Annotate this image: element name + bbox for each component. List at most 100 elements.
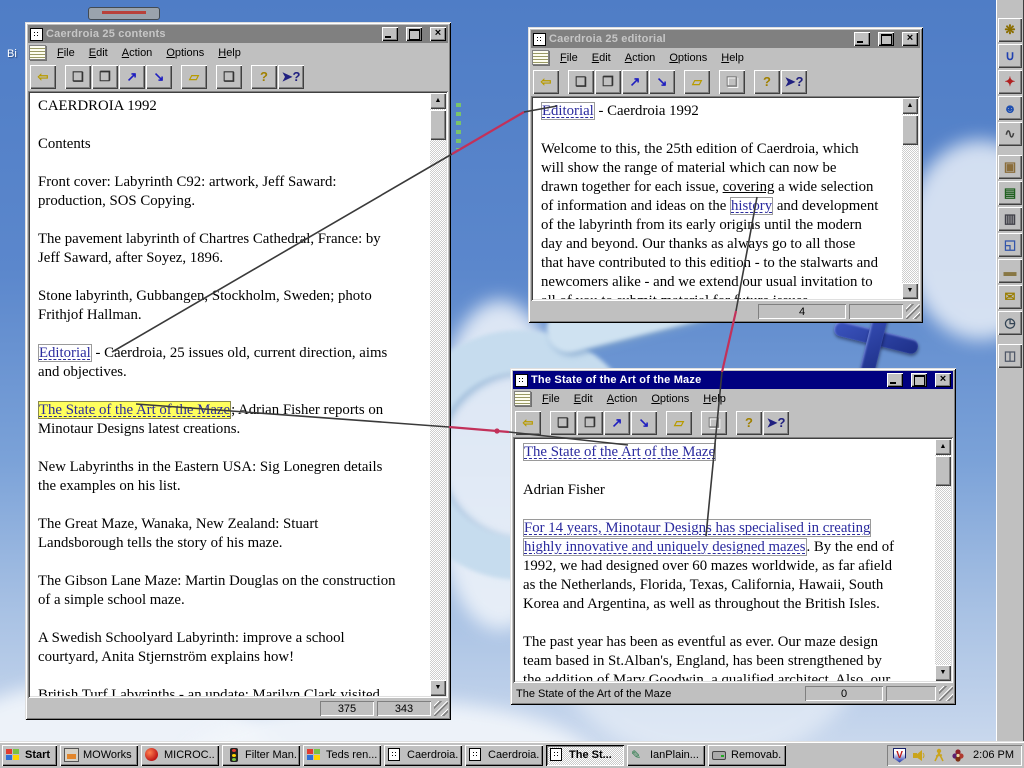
- link-out-button[interactable]: ↗: [604, 410, 630, 435]
- desktop-icon-label[interactable]: Bi: [7, 48, 17, 60]
- maximize-button[interactable]: [406, 27, 422, 41]
- menu-options[interactable]: Options: [644, 391, 696, 407]
- menu-edit[interactable]: Edit: [567, 391, 600, 407]
- hyperlink[interactable]: Editorial: [38, 344, 92, 362]
- start-button[interactable]: Start: [2, 744, 57, 766]
- scroll-up-button[interactable]: ▲: [935, 439, 951, 455]
- clamp-icon[interactable]: ∪: [998, 44, 1022, 68]
- page-icon[interactable]: [29, 45, 46, 60]
- back-button[interactable]: ⇦: [515, 410, 541, 435]
- menu-options[interactable]: Options: [159, 45, 211, 61]
- briefcase-icon[interactable]: ▣: [998, 155, 1022, 179]
- scrollbar-thumb[interactable]: [430, 110, 446, 140]
- page-icon[interactable]: [514, 391, 531, 406]
- help-button[interactable]: ?: [736, 410, 762, 435]
- open-folder-button[interactable]: ▱: [684, 69, 710, 94]
- partial-desktop-icon[interactable]: [88, 7, 160, 20]
- menu-help[interactable]: Help: [211, 45, 248, 61]
- vertical-scrollbar[interactable]: ▲ ▼: [902, 98, 918, 299]
- close-button[interactable]: ×: [430, 27, 446, 41]
- volume-icon[interactable]: [912, 748, 926, 762]
- maximize-button[interactable]: [878, 32, 894, 46]
- close-button[interactable]: ×: [935, 373, 951, 387]
- context-help-button[interactable]: ➤?: [781, 69, 807, 94]
- back-button[interactable]: ⇦: [533, 69, 559, 94]
- taskbar-button[interactable]: Removab...: [708, 744, 786, 766]
- context-help-button[interactable]: ➤?: [763, 410, 789, 435]
- resize-grip[interactable]: [906, 304, 920, 319]
- hyperlink[interactable]: The State of the Art of the Maze: [38, 401, 232, 419]
- taskbar-button[interactable]: The St...: [546, 744, 624, 766]
- paste-page-button[interactable]: ❐: [92, 64, 118, 89]
- clock-icon[interactable]: ◷: [998, 311, 1022, 335]
- minimize-button[interactable]: [854, 32, 870, 46]
- paste-page-button[interactable]: ❐: [577, 410, 603, 435]
- tray-clock[interactable]: 2:06 PM: [971, 749, 1014, 761]
- antivirus-shield-icon[interactable]: V: [893, 747, 907, 763]
- scroll-down-button[interactable]: ▼: [935, 665, 951, 681]
- menu-file[interactable]: File: [50, 45, 82, 61]
- help-button[interactable]: ?: [754, 69, 780, 94]
- scroll-up-button[interactable]: ▲: [902, 98, 918, 114]
- scroll-down-button[interactable]: ▼: [430, 680, 446, 696]
- taskbar-button[interactable]: Caerdroia...: [384, 744, 462, 766]
- user-shield-icon[interactable]: ☻: [998, 96, 1022, 120]
- open-folder-button[interactable]: ▱: [181, 64, 207, 89]
- close-button[interactable]: ×: [902, 32, 918, 46]
- scheduler-flower-icon[interactable]: [951, 748, 965, 762]
- menu-options[interactable]: Options: [662, 50, 714, 66]
- resize-grip[interactable]: [939, 686, 953, 701]
- copy-docs-button[interactable]: ❑: [216, 64, 242, 89]
- link-out-button[interactable]: ↗: [119, 64, 145, 89]
- paste-page-button[interactable]: ❐: [595, 69, 621, 94]
- scrollbar-thumb[interactable]: [935, 456, 951, 486]
- disk-icon[interactable]: ◫: [998, 344, 1022, 368]
- scroll-up-button[interactable]: ▲: [430, 93, 446, 109]
- link-in-button[interactable]: ↘: [146, 64, 172, 89]
- taskbar-button[interactable]: MICROC...: [141, 744, 219, 766]
- menu-edit[interactable]: Edit: [82, 45, 115, 61]
- menu-edit[interactable]: Edit: [585, 50, 618, 66]
- vertical-scrollbar[interactable]: ▲ ▼: [935, 439, 951, 681]
- copy-page-button[interactable]: ❏: [568, 69, 594, 94]
- back-button[interactable]: ⇦: [30, 64, 56, 89]
- minimize-button[interactable]: [887, 373, 903, 387]
- link-in-button[interactable]: ↘: [631, 410, 657, 435]
- link-in-button[interactable]: ↘: [649, 69, 675, 94]
- copy-page-button[interactable]: ❏: [65, 64, 91, 89]
- menu-file[interactable]: File: [535, 391, 567, 407]
- copy-page-button[interactable]: ❏: [550, 410, 576, 435]
- taskbar-button[interactable]: Teds ren...: [303, 744, 381, 766]
- wallet-icon[interactable]: ▬: [998, 259, 1022, 283]
- taskbar-button[interactable]: MOWorks: [60, 744, 138, 766]
- copy-docs-button[interactable]: ❑: [719, 69, 745, 94]
- help-button[interactable]: ?: [251, 64, 277, 89]
- menu-action[interactable]: Action: [618, 50, 663, 66]
- maximize-button[interactable]: [911, 373, 927, 387]
- context-help-button[interactable]: ➤?: [278, 64, 304, 89]
- hyperlink[interactable]: For 14 years, Minotaur Designs has speci…: [523, 519, 872, 556]
- walker-icon[interactable]: [932, 748, 945, 762]
- monitor-icon[interactable]: ◱: [998, 233, 1022, 257]
- scroll-down-button[interactable]: ▼: [902, 283, 918, 299]
- menu-file[interactable]: File: [553, 50, 585, 66]
- taskbar-button[interactable]: ✎ IanPlain...: [627, 744, 705, 766]
- page-icon[interactable]: [532, 50, 549, 65]
- cable-icon[interactable]: ∿: [998, 122, 1022, 146]
- inbox-icon[interactable]: ✉: [998, 285, 1022, 309]
- minimize-button[interactable]: [382, 27, 398, 41]
- hyperlink[interactable]: history: [730, 197, 774, 215]
- vertical-scrollbar[interactable]: ▲ ▼: [430, 93, 446, 696]
- taskbar-button[interactable]: Caerdroia...: [465, 744, 543, 766]
- menu-help[interactable]: Help: [696, 391, 733, 407]
- hyperlink[interactable]: Editorial: [541, 102, 595, 120]
- menu-help[interactable]: Help: [714, 50, 751, 66]
- book-icon[interactable]: ▤: [998, 181, 1022, 205]
- taskbar-button[interactable]: Filter Man...: [222, 744, 300, 766]
- menu-action[interactable]: Action: [600, 391, 645, 407]
- copy-docs-button[interactable]: ❑: [701, 410, 727, 435]
- bug-icon[interactable]: ❋: [998, 18, 1022, 42]
- tool-icon[interactable]: ✦: [998, 70, 1022, 94]
- scrollbar-thumb[interactable]: [902, 115, 918, 145]
- hyperlink[interactable]: The State of the Art of the Maze: [523, 443, 717, 461]
